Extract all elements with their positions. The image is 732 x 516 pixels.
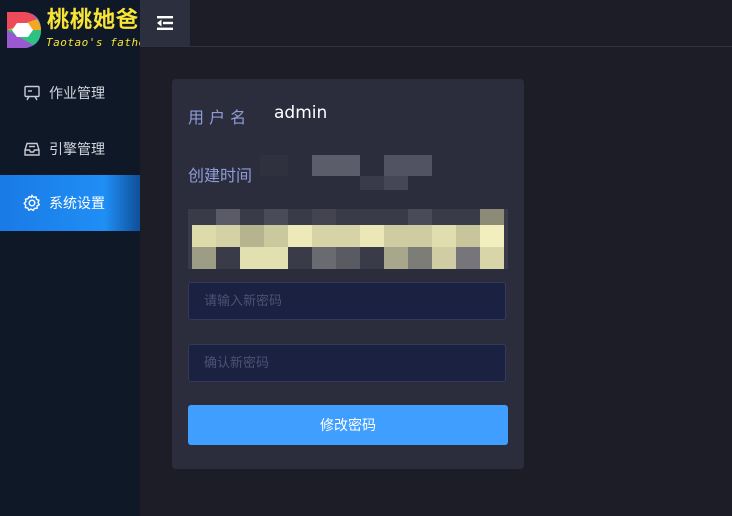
sidebar-item-job-management[interactable]: 作业管理 <box>0 65 140 121</box>
sidebar-item-label: 系统设置 <box>49 196 105 212</box>
logo[interactable]: 桃桃她爸 Taotao's father <box>0 0 152 60</box>
app-subtitle: Taotao's father <box>46 36 153 49</box>
menu-fold-icon <box>154 13 176 33</box>
sidebar-toggle-button[interactable] <box>140 0 190 46</box>
sidebar-item-engine-management[interactable]: 引擎管理 <box>0 121 140 177</box>
app-title: 桃桃她爸 <box>47 8 140 33</box>
username-value: admin <box>274 103 328 123</box>
change-password-button[interactable]: 修改密码 <box>188 405 508 445</box>
sidebar-item-label: 引擎管理 <box>49 142 105 158</box>
sidebar-item-label: 作业管理 <box>49 86 105 102</box>
presentation-board-icon <box>23 84 41 102</box>
created-time-label: 创建时间 <box>188 166 253 185</box>
inbox-tray-icon <box>23 140 41 158</box>
account-settings-card: 用 户 名 admin 创建时间 修改密码 <box>172 79 524 469</box>
sidebar: 桃桃她爸 Taotao's father 作业管理 引擎管理 系统设置 <box>0 0 152 516</box>
confirm-password-input[interactable] <box>188 344 506 382</box>
sidebar-item-system-settings[interactable]: 系统设置 <box>0 175 140 231</box>
username-label: 用 户 名 <box>188 108 247 127</box>
top-header <box>140 0 732 47</box>
logo-mark <box>7 12 41 48</box>
gear-icon <box>23 194 41 212</box>
new-password-input[interactable] <box>188 282 506 320</box>
